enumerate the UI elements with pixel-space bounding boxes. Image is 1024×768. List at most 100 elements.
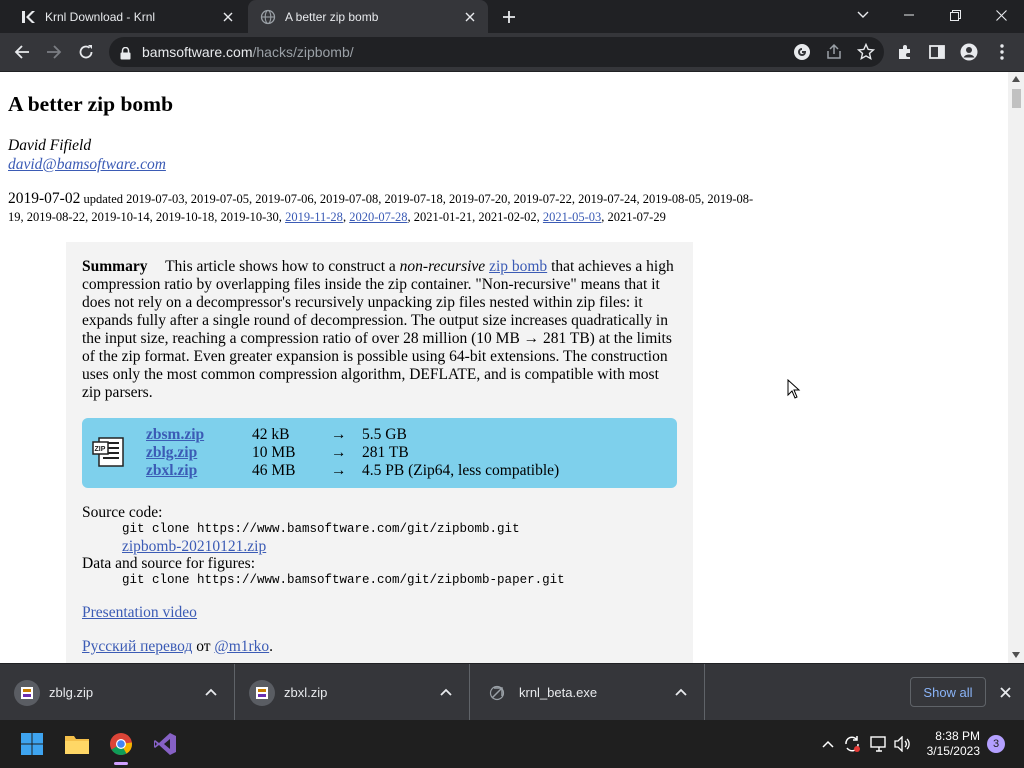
globe-icon — [260, 9, 276, 25]
source-label: Source code: — [82, 504, 163, 521]
chevron-up-icon[interactable] — [439, 685, 453, 699]
translation-by: от — [196, 638, 211, 655]
chevron-up-icon[interactable] — [674, 685, 688, 699]
tab-search-icon[interactable] — [840, 0, 886, 30]
scroll-down-icon[interactable] — [1012, 652, 1020, 658]
publish-date: 2019-07-02 — [8, 190, 81, 207]
tab-zip-bomb[interactable]: A better zip bomb — [248, 0, 488, 33]
taskbar-clock[interactable]: 8:38 PM 3/15/2023 — [920, 729, 980, 759]
translator-link[interactable]: @m1rko — [214, 638, 269, 655]
download-item[interactable]: zbxl.zip — [235, 664, 470, 721]
blocked-file-icon — [484, 680, 510, 706]
expanded-size: 281 TB — [362, 444, 409, 461]
source-clone-command: git clone https://www.bamsoftware.com/gi… — [122, 522, 520, 536]
summary-paragraph: Summary This article shows how to constr… — [82, 258, 677, 402]
scrollbar-thumb[interactable] — [1012, 89, 1021, 108]
author-email-link[interactable]: david@bamsoftware.com — [8, 156, 166, 174]
author-name: David Fifield — [8, 137, 92, 154]
url-path: /hacks/zipbomb/ — [252, 44, 354, 60]
chevron-up-icon[interactable] — [204, 685, 218, 699]
sync-icon[interactable] — [842, 734, 862, 754]
mouse-cursor-icon — [787, 379, 801, 399]
file-size: 46 MB — [252, 462, 296, 479]
tab-title: Krnl Download - Krnl — [45, 9, 156, 24]
source-zip-link[interactable]: zipbomb-20210121.zip — [122, 538, 677, 555]
page-viewport: A better zip bomb David Fifield david@ba… — [0, 72, 1008, 663]
close-tab-icon[interactable] — [458, 5, 482, 29]
source-code-section: Source code: git clone https://www.bamso… — [82, 504, 677, 589]
date-link[interactable]: 2021-05-03 — [543, 210, 601, 224]
minimize-button[interactable] — [886, 0, 932, 30]
lock-icon[interactable] — [120, 45, 131, 64]
downloads-box: ZIP zbsm.zip 42 kB → 5.5 GB zblg.zip 10 … — [82, 418, 677, 488]
volume-icon[interactable] — [893, 734, 913, 754]
file-link[interactable]: zbxl.zip — [146, 462, 197, 480]
revision-dates: 2019-07-02 updated 2019-07-03, 2019-07-0… — [8, 190, 754, 224]
active-app-indicator — [114, 762, 128, 765]
date-link[interactable]: 2019-11-28 — [285, 210, 343, 224]
url-domain: bamsoftware.com — [142, 44, 253, 60]
tab-title: A better zip bomb — [285, 9, 379, 24]
expanded-size: 4.5 PB (Zip64, less compatible) — [362, 462, 560, 479]
windows-taskbar: 8:38 PM 3/15/2023 3 — [0, 720, 1024, 768]
windows-start-icon[interactable] — [12, 724, 52, 764]
date-link[interactable]: 2020-07-28 — [349, 210, 407, 224]
notification-badge[interactable]: 3 — [987, 735, 1005, 753]
russian-translation-link[interactable]: Русский перевод — [82, 638, 192, 655]
restore-button[interactable] — [932, 0, 978, 30]
visual-studio-icon[interactable] — [145, 724, 185, 764]
extensions-icon[interactable] — [889, 36, 921, 68]
browser-toolbar: bamsoftware.com/hacks/zipbomb/ — [0, 33, 1024, 72]
data-source-label: Data and source for figures: — [82, 555, 256, 572]
file-link[interactable]: zbsm.zip — [146, 426, 204, 444]
reload-button[interactable] — [70, 36, 102, 68]
file-explorer-icon[interactable] — [57, 724, 97, 764]
tab-strip: Krnl Download - Krnl A better zip bomb — [0, 0, 1024, 33]
share-icon[interactable] — [825, 43, 843, 65]
data-clone-command: git clone https://www.bamsoftware.com/gi… — [122, 573, 565, 587]
updated-label: updated — [83, 192, 124, 206]
google-lens-icon[interactable] — [793, 43, 811, 65]
file-size: 42 kB — [252, 426, 290, 443]
dates-plain: , 2021-01-21, 2021-02-02, — [407, 210, 540, 224]
expanded-size: 5.5 GB — [362, 426, 407, 443]
expands-arrow: → — [331, 426, 347, 443]
zip-file-icon — [249, 680, 275, 706]
close-downloads-bar-icon[interactable] — [993, 680, 1017, 704]
download-item[interactable]: zblg.zip — [0, 664, 235, 721]
profile-avatar-icon[interactable] — [953, 36, 985, 68]
close-window-button[interactable] — [978, 0, 1024, 30]
expands-arrow: → — [331, 462, 347, 479]
url-text: bamsoftware.com/hacks/zipbomb/ — [142, 37, 354, 67]
translation-end: . — [269, 638, 274, 655]
zip-archive-icon: ZIP — [92, 435, 126, 469]
tab-krnl-download[interactable]: Krnl Download - Krnl — [8, 0, 246, 33]
file-link[interactable]: zblg.zip — [146, 444, 197, 462]
bookmark-star-icon[interactable] — [856, 42, 876, 65]
network-icon[interactable] — [869, 734, 889, 754]
menu-kebab-icon[interactable] — [986, 36, 1018, 68]
summary-box: Summary This article shows how to constr… — [66, 242, 693, 663]
svg-text:ZIP: ZIP — [95, 446, 106, 453]
show-all-downloads-button[interactable]: Show all — [910, 677, 986, 707]
show-hidden-icons-chevron-icon[interactable] — [818, 734, 838, 754]
file-size: 10 MB — [252, 444, 296, 461]
page-title: A better zip bomb — [8, 92, 174, 116]
summary-text: This article shows how to construct a — [165, 258, 396, 275]
download-item[interactable]: krnl_beta.exe — [470, 664, 705, 721]
download-filename: krnl_beta.exe — [519, 685, 598, 700]
side-panel-icon[interactable] — [921, 36, 953, 68]
address-bar[interactable]: bamsoftware.com/hacks/zipbomb/ — [109, 37, 884, 67]
scroll-up-icon[interactable] — [1012, 76, 1020, 82]
close-tab-icon[interactable] — [216, 5, 240, 29]
page-scrollbar[interactable] — [1008, 72, 1024, 663]
back-button[interactable] — [6, 36, 38, 68]
zip-bomb-link[interactable]: zip bomb — [489, 258, 547, 275]
presentation-video-link[interactable]: Presentation video — [82, 604, 197, 622]
new-tab-button[interactable] — [497, 5, 521, 29]
forward-button[interactable] — [38, 36, 70, 68]
summary-emphasis: non-recursive — [399, 258, 486, 275]
zip-file-icon — [14, 680, 40, 706]
chrome-icon[interactable] — [101, 724, 141, 765]
dates-plain: , 2021-07-29 — [601, 210, 666, 224]
